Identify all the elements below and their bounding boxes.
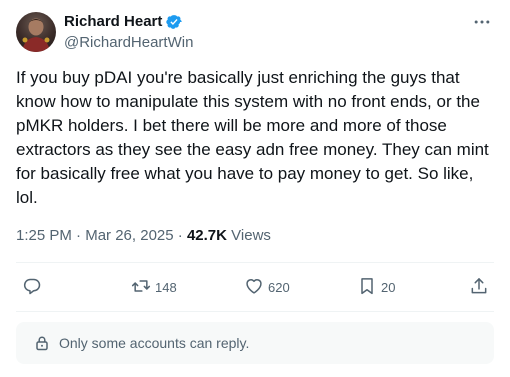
reply-restriction-text: Only some accounts can reply. [59, 335, 250, 351]
tweet-meta: 1:25 PM · Mar 26, 2025 · 42.7K Views [16, 226, 271, 246]
action-bar: 148 620 20 [16, 272, 494, 302]
retweet-button[interactable]: 148 [131, 272, 177, 302]
lock-icon [34, 335, 50, 351]
views-count[interactable]: 42.7K [187, 227, 227, 244]
avatar[interactable] [16, 12, 56, 52]
more-options-icon[interactable] [470, 12, 494, 32]
divider [16, 311, 494, 312]
tweet-text: If you buy pDAI you're basically just en… [16, 68, 489, 207]
views-label: Views [231, 227, 271, 244]
bookmark-button[interactable]: 20 [357, 272, 395, 302]
heart-icon [244, 276, 264, 299]
meta-separator: · [177, 227, 183, 244]
bookmark-count: 20 [381, 279, 396, 295]
share-icon [469, 276, 489, 299]
reply-restriction-notice: Only some accounts can reply. [16, 322, 494, 364]
retweet-icon [131, 276, 151, 299]
tweet-card: Richard Heart @RichardHeartWin If you bu… [0, 0, 510, 377]
reply-icon [22, 276, 42, 299]
meta-separator: · [76, 227, 82, 244]
reply-button[interactable] [22, 272, 42, 302]
verified-badge-icon [165, 13, 183, 31]
like-button[interactable]: 620 [244, 272, 290, 302]
bookmark-icon [357, 276, 377, 299]
like-count: 620 [268, 279, 290, 295]
retweet-count: 148 [155, 279, 177, 295]
tweet-time[interactable]: 1:25 PM [16, 227, 72, 244]
author-handle[interactable]: @RichardHeartWin [64, 33, 193, 53]
author-name-row: Richard Heart [64, 12, 183, 32]
divider [16, 262, 494, 263]
author-name[interactable]: Richard Heart [64, 12, 162, 32]
tweet-date[interactable]: Mar 26, 2025 [85, 227, 173, 244]
share-button[interactable] [469, 272, 489, 302]
